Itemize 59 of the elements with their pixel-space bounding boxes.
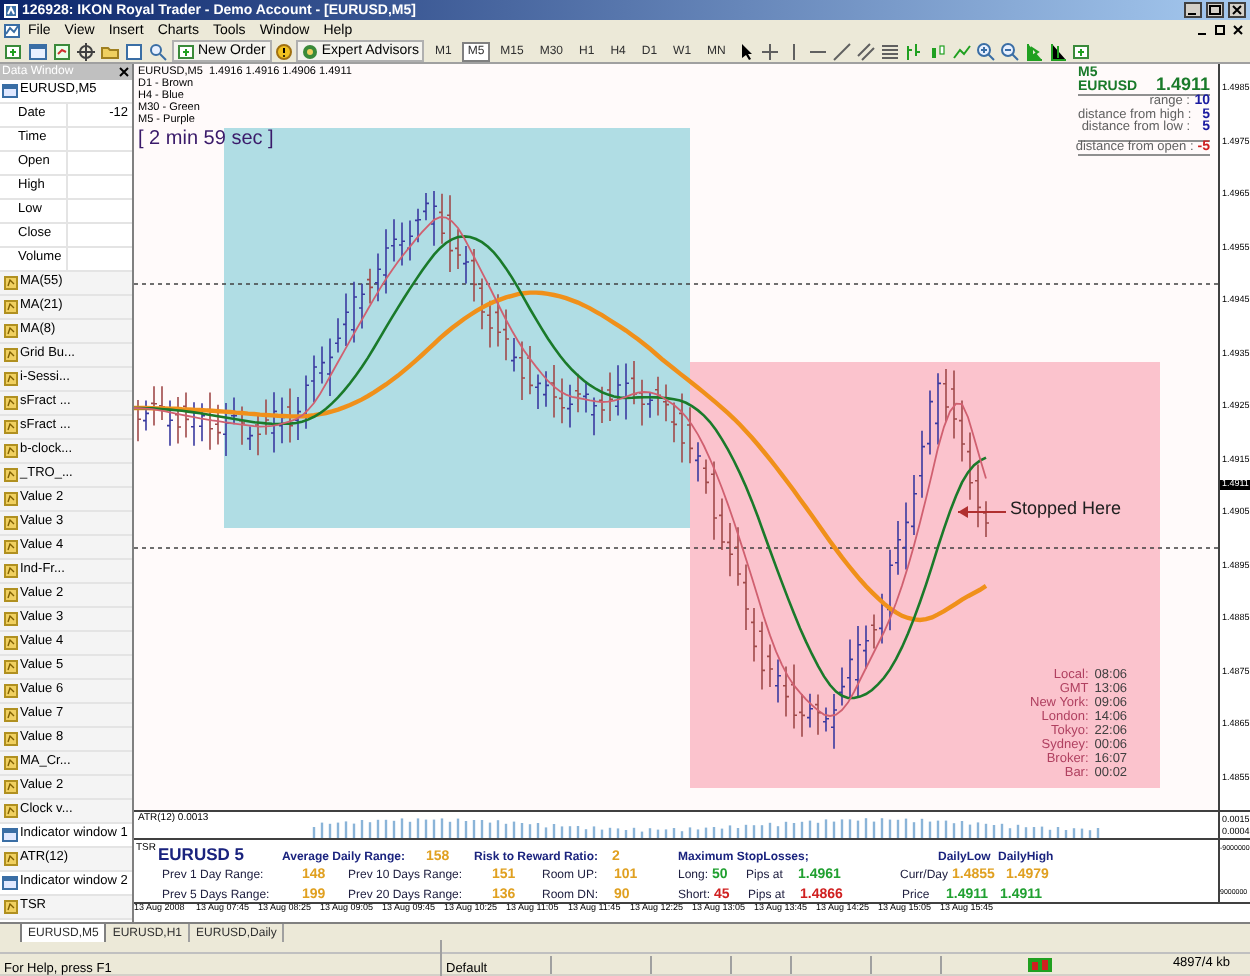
indicator-icon	[4, 564, 18, 578]
indicator-icon	[4, 660, 18, 674]
maximize-button[interactable]	[1206, 2, 1224, 18]
indicator-icon	[4, 900, 18, 914]
plus-icon[interactable]	[4, 41, 24, 61]
bar-chart-icon[interactable]	[903, 41, 924, 61]
indicator-icon	[4, 492, 18, 506]
zoom-in-icon[interactable]	[975, 41, 996, 61]
close-button[interactable]	[1228, 2, 1246, 18]
indicator-icon	[4, 540, 18, 554]
magnifier-icon[interactable]	[148, 41, 168, 61]
crosshair-icon[interactable]	[76, 41, 96, 61]
indicator-icon	[4, 852, 18, 866]
plus-icon	[178, 43, 194, 59]
indicator-icon	[4, 276, 18, 290]
indicator-icon	[4, 588, 18, 602]
indicator-icon	[4, 372, 18, 386]
indicator-icon	[4, 396, 18, 410]
indicator-icon	[4, 348, 18, 362]
connection-icon	[1028, 957, 1052, 971]
annotation-label: Stopped Here	[1010, 500, 1122, 518]
minimize-button[interactable]	[1184, 2, 1202, 18]
indicator-icon	[4, 780, 18, 794]
crosshair-icon[interactable]	[759, 41, 780, 61]
window-icon[interactable]	[52, 41, 72, 61]
indicator-icon	[4, 420, 18, 434]
countdown-timer: [ 2 min 59 sec ]	[138, 130, 276, 150]
indicator-icon	[4, 708, 18, 722]
indicator-icon	[4, 300, 18, 314]
chart-window-icon	[2, 828, 18, 842]
current-price: 1.4911	[1155, 76, 1210, 94]
symbol-title: EURUSD 5	[158, 843, 244, 864]
indicator-icon	[4, 468, 18, 482]
close-icon[interactable]	[118, 66, 130, 78]
trendline-icon[interactable]	[831, 41, 852, 61]
indicator-icon	[4, 612, 18, 626]
lines-icon[interactable]	[879, 41, 900, 61]
indicator-icon	[4, 756, 18, 770]
line-chart-icon[interactable]	[951, 41, 972, 61]
leader-line	[957, 506, 1007, 518]
close-button[interactable]	[1230, 22, 1246, 38]
window-icon[interactable]	[124, 41, 144, 61]
chart-window-icon	[4, 23, 20, 37]
zoom-out-icon[interactable]	[999, 41, 1020, 61]
warning-icon[interactable]	[275, 43, 292, 59]
indicator-icon	[4, 732, 18, 746]
indicator-icon	[4, 516, 18, 530]
indicator-icon	[4, 804, 18, 818]
chart-window-icon	[2, 876, 18, 890]
indicator-icon	[4, 324, 18, 338]
indicator-icon	[4, 684, 18, 698]
chart-window-icon	[2, 84, 18, 98]
restore-button[interactable]	[1212, 22, 1228, 38]
window-icon[interactable]	[28, 41, 48, 61]
indicator-icon	[4, 444, 18, 458]
indicator-icon	[4, 636, 18, 650]
candles-icon[interactable]	[927, 41, 948, 61]
plus-icon[interactable]	[1071, 41, 1092, 61]
app-logo-icon	[4, 3, 18, 17]
